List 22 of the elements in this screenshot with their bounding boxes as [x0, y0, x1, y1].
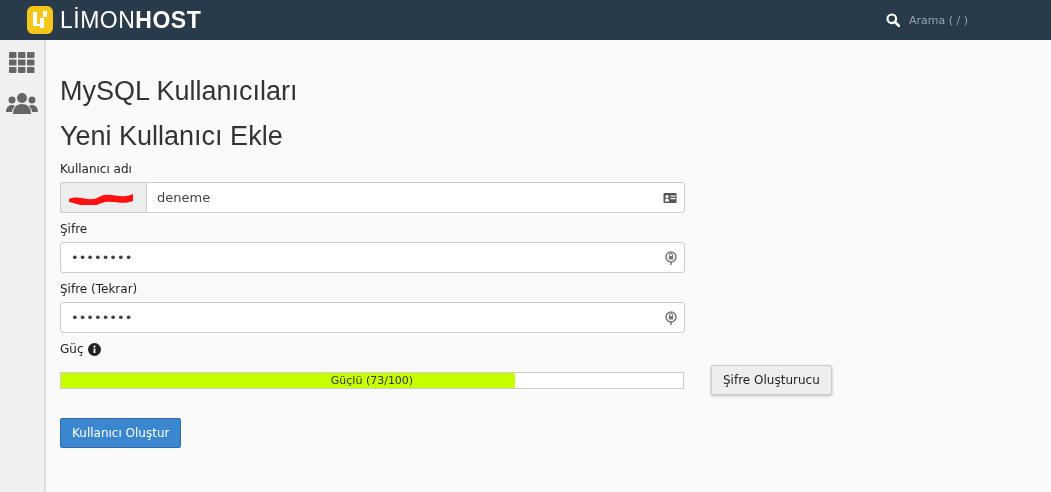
lock-badge-icon: [665, 310, 677, 325]
create-user-button[interactable]: Kullanıcı Oluştur: [60, 418, 182, 448]
logo-text: LİMONHOST: [60, 6, 202, 34]
username-field[interactable]: deneme: [146, 182, 685, 213]
search-icon[interactable]: [886, 13, 900, 27]
field-label: Kullanıcı adı: [60, 162, 133, 176]
page-title: MySQL Kullanıcıları: [60, 76, 299, 107]
info-icon[interactable]: [87, 342, 101, 356]
password-field[interactable]: ••••••••: [60, 302, 685, 333]
field-label: Şifre (Tekrar): [60, 282, 139, 296]
logo-icon: [26, 5, 54, 35]
search-field[interactable]: Arama ( / ): [909, 13, 989, 27]
strength-label: Güç: [60, 342, 84, 356]
id-card-icon: [663, 192, 677, 203]
lock-badge-icon: [665, 250, 677, 265]
strength-reading: Güçlü (73/100): [329, 372, 415, 388]
password-field[interactable]: ••••••••: [60, 242, 685, 273]
grid-icon[interactable]: [9, 52, 35, 74]
users-icon[interactable]: [6, 92, 38, 114]
password-generator-button[interactable]: Şifre Oluşturucu: [711, 365, 832, 395]
field-label: Şifre: [60, 222, 89, 236]
section-title: Yeni Kullanıcı Ekle: [60, 121, 284, 152]
